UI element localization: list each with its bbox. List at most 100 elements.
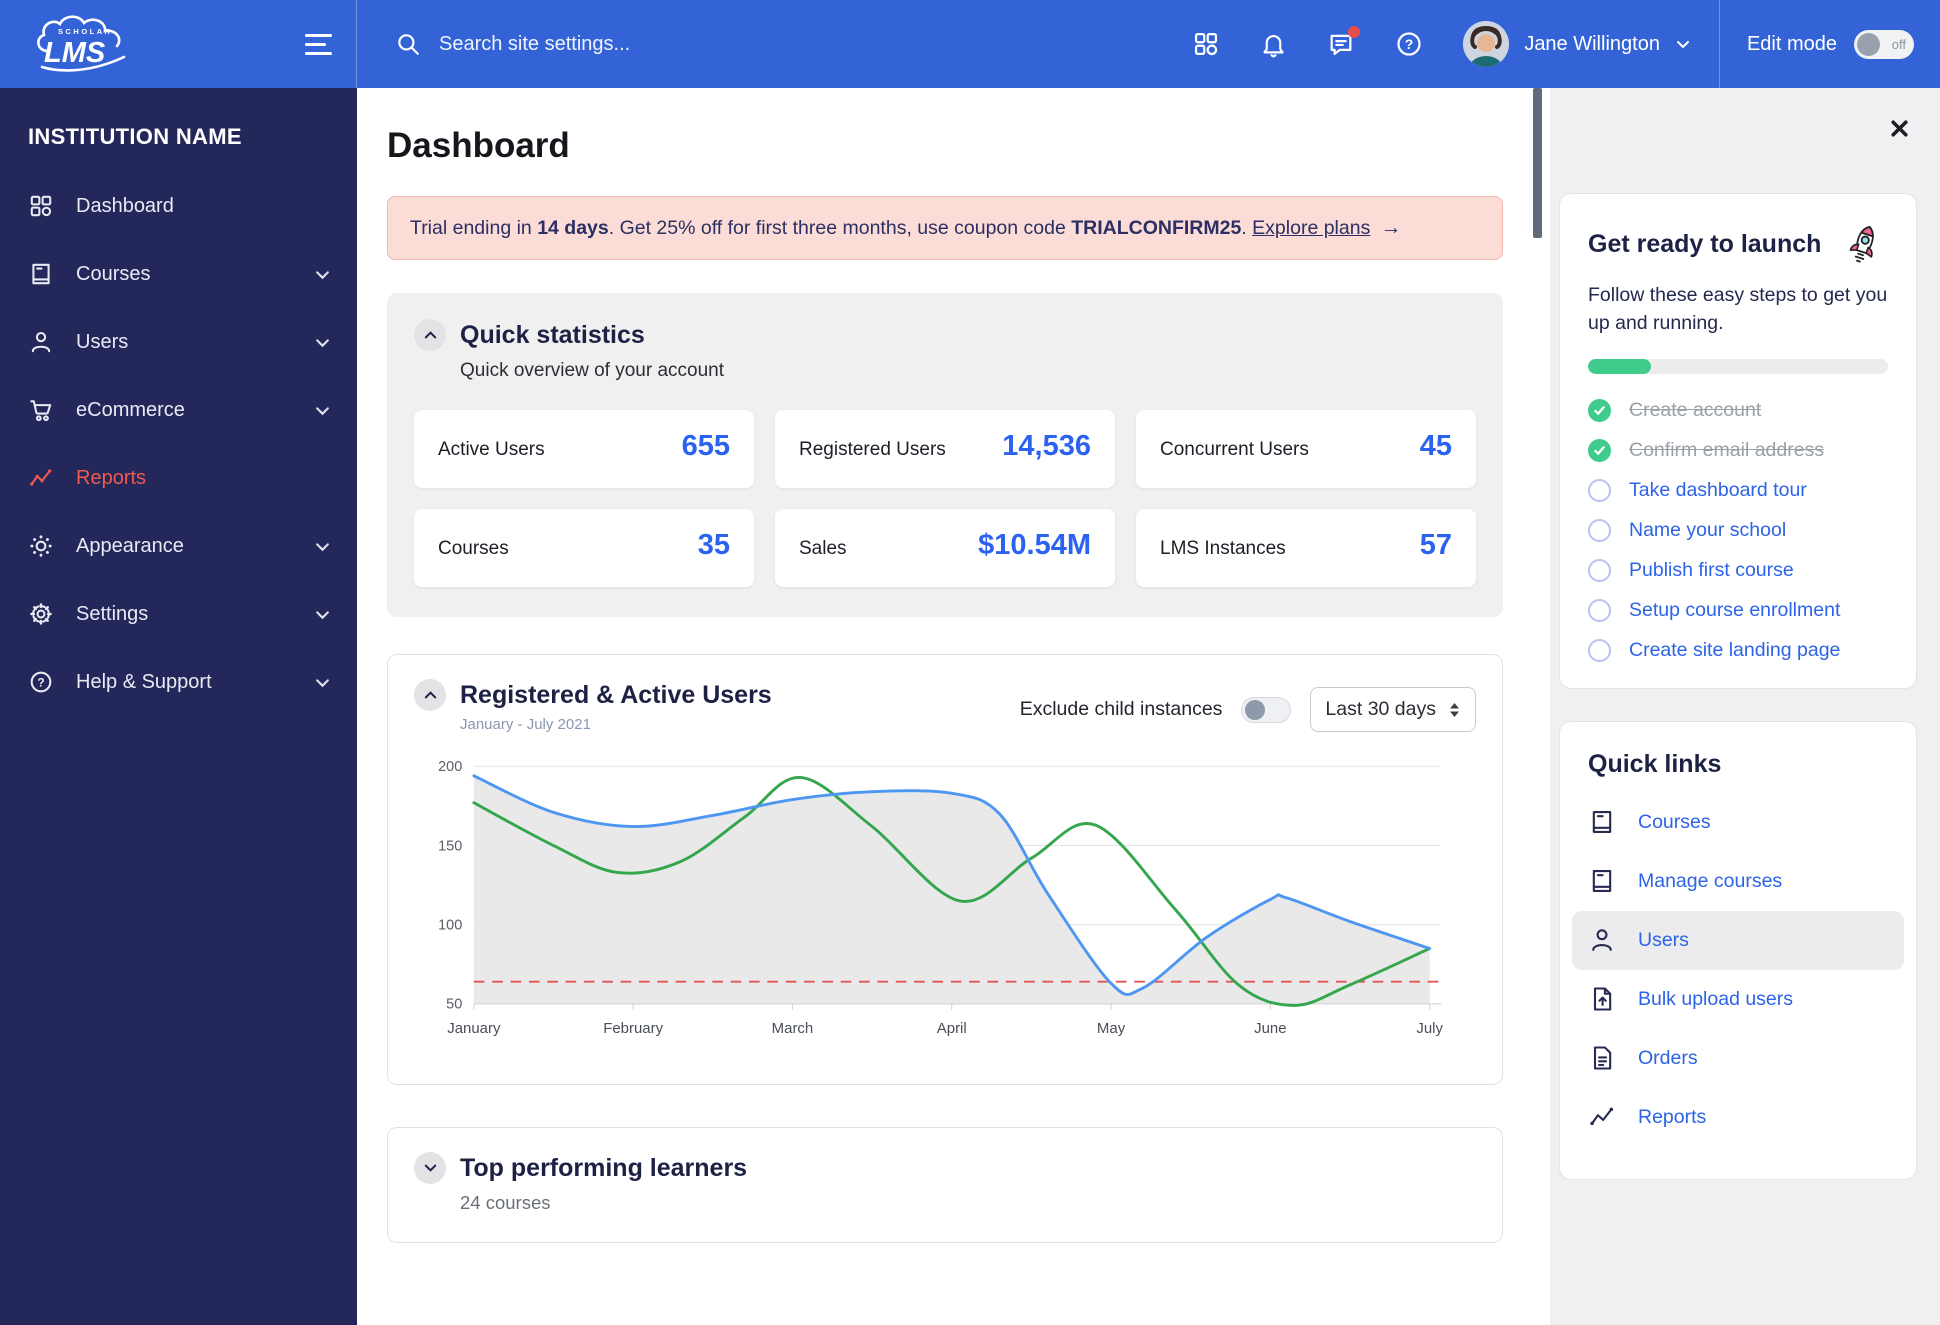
- institution-name: INSTITUTION NAME: [28, 124, 242, 149]
- cart-icon: [28, 397, 54, 423]
- sidebar-item-label: Settings: [76, 602, 149, 625]
- edit-mode-section: Edit mode off: [1720, 29, 1940, 59]
- sidebar-item-label: eCommerce: [76, 398, 185, 421]
- banner-text: . Get 25% off for first three months, us…: [608, 216, 1072, 239]
- sidebar-item-help-support[interactable]: ? Help & Support: [0, 648, 357, 716]
- collapse-section-button[interactable]: [414, 679, 446, 711]
- book-icon: [1588, 867, 1616, 895]
- book-icon: [28, 261, 54, 287]
- apps-grid-icon[interactable]: [1192, 30, 1220, 58]
- banner-days: 14 days: [537, 216, 609, 239]
- topbar-search: [395, 31, 1192, 57]
- quick-link-orders[interactable]: Orders: [1572, 1029, 1904, 1088]
- right-panel: Get ready to launch Follow these easy st…: [1550, 88, 1940, 1325]
- svg-text:?: ?: [37, 675, 44, 689]
- sidebar-item-appearance[interactable]: Appearance: [0, 512, 357, 580]
- stat-label: Courses: [438, 538, 509, 559]
- explore-plans-link[interactable]: Explore plans: [1252, 217, 1370, 240]
- sidebar-item-settings[interactable]: Settings: [0, 580, 357, 648]
- stat-value: 655: [681, 430, 730, 462]
- stat-card-concurrent-users: Concurrent Users 45: [1136, 410, 1476, 488]
- card-title: Get ready to launch: [1588, 229, 1822, 258]
- user-icon: [1588, 926, 1616, 954]
- toggle-state-text: off: [1891, 36, 1906, 52]
- sidebar-item-users[interactable]: Users: [0, 308, 357, 376]
- topbar-icon-cluster: ?: [1192, 26, 1423, 58]
- svg-text:January: January: [447, 1020, 501, 1037]
- date-range-select[interactable]: Last 30 days: [1310, 687, 1476, 732]
- stat-card-courses: Courses 35: [414, 509, 754, 587]
- unread-badge: [1348, 26, 1361, 38]
- sidebar-item-dashboard[interactable]: Dashboard: [0, 172, 357, 240]
- main-scrollbar[interactable]: [1533, 88, 1542, 238]
- banner-coupon-code: TRIALCONFIRM25: [1071, 216, 1242, 239]
- help-circle-icon[interactable]: ?: [1395, 30, 1423, 58]
- check-circle-icon: [1588, 398, 1611, 422]
- chart-title: Registered & Active Users: [460, 681, 772, 709]
- sidebar-item-label: Courses: [76, 262, 151, 285]
- step-dashboard-tour[interactable]: Take dashboard tour: [1588, 478, 1888, 502]
- quick-link-manage-courses[interactable]: Manage courses: [1572, 852, 1904, 911]
- step-confirm-email[interactable]: Confirm email address: [1588, 438, 1888, 462]
- quick-link-label: Users: [1638, 928, 1689, 951]
- step-label: Create site landing page: [1629, 638, 1841, 661]
- sidebar-item-label: Appearance: [76, 534, 184, 557]
- sidebar-toggle-hamburger-icon[interactable]: [299, 28, 338, 61]
- expand-section-button[interactable]: [414, 1151, 446, 1184]
- quick-link-reports[interactable]: Reports: [1572, 1088, 1904, 1147]
- chevron-down-icon: [314, 538, 331, 555]
- chart-subtitle: January - July 2021: [460, 716, 591, 733]
- select-arrows-icon: [1450, 702, 1459, 717]
- quick-link-label: Bulk upload users: [1638, 987, 1794, 1010]
- user-icon: [28, 329, 54, 355]
- messages-chat-icon[interactable]: [1327, 26, 1361, 58]
- section-subtitle: 24 courses: [460, 1191, 551, 1213]
- stat-value: 14,536: [1002, 430, 1091, 462]
- date-range-value: Last 30 days: [1325, 698, 1436, 720]
- close-icon[interactable]: [1889, 118, 1910, 139]
- scholar-lms-logo[interactable]: SCHOLAR LMS: [28, 15, 140, 73]
- quick-link-users[interactable]: Users: [1572, 910, 1904, 970]
- sidebar-item-label: Help & Support: [76, 670, 212, 693]
- edit-mode-toggle[interactable]: off: [1854, 29, 1914, 59]
- stat-label: Concurrent Users: [1160, 439, 1309, 460]
- exclude-child-instances-toggle[interactable]: [1241, 696, 1292, 723]
- chevron-down-icon: [1675, 36, 1691, 52]
- help-icon: ?: [28, 669, 54, 695]
- collapse-section-button[interactable]: [414, 319, 446, 351]
- sidebar-item-ecommerce[interactable]: eCommerce: [0, 376, 357, 444]
- step-publish-course[interactable]: Publish first course: [1588, 558, 1888, 582]
- file-text-icon: [1588, 1044, 1616, 1072]
- card-title: Quick links: [1588, 749, 1722, 778]
- step-course-enrollment[interactable]: Setup course enrollment: [1588, 598, 1888, 622]
- registered-active-users-section: Registered & Active Users January - July…: [387, 654, 1503, 1085]
- rocket-icon: [1840, 220, 1888, 268]
- stat-value: $10.54M: [978, 529, 1091, 561]
- search-icon: [395, 31, 421, 57]
- top-performing-learners-section: Top performing learners 24 courses: [387, 1126, 1503, 1243]
- sun-icon: [28, 533, 54, 559]
- step-landing-page[interactable]: Create site landing page: [1588, 638, 1888, 662]
- user-menu[interactable]: Jane Willington: [1463, 21, 1691, 67]
- sidebar-item-courses[interactable]: Courses: [0, 240, 357, 308]
- sidebar-item-reports[interactable]: Reports: [0, 444, 357, 512]
- user-avatar: [1463, 21, 1510, 67]
- step-create-account[interactable]: Create account: [1588, 398, 1888, 422]
- empty-circle-icon: [1588, 558, 1611, 582]
- stat-card-lms-instances: LMS Instances 57: [1136, 509, 1476, 587]
- grid-icon: [28, 193, 54, 219]
- arrow-right-icon: →: [1380, 216, 1402, 239]
- section-title: Quick statistics: [460, 321, 645, 349]
- stat-card-active-users: Active Users 655: [414, 410, 754, 488]
- svg-text:LMS: LMS: [44, 37, 106, 69]
- empty-circle-icon: [1588, 478, 1611, 502]
- search-input[interactable]: [439, 32, 869, 56]
- quick-link-bulk-upload-users[interactable]: Bulk upload users: [1572, 970, 1904, 1029]
- notifications-bell-icon[interactable]: [1260, 31, 1287, 58]
- svg-text:150: 150: [438, 838, 462, 854]
- topbar-logo-section: SCHOLAR LMS: [0, 0, 357, 88]
- chevron-down-icon: [314, 606, 331, 623]
- stat-value: 45: [1419, 430, 1452, 462]
- step-name-school[interactable]: Name your school: [1588, 518, 1888, 542]
- quick-link-courses[interactable]: Courses: [1572, 793, 1904, 852]
